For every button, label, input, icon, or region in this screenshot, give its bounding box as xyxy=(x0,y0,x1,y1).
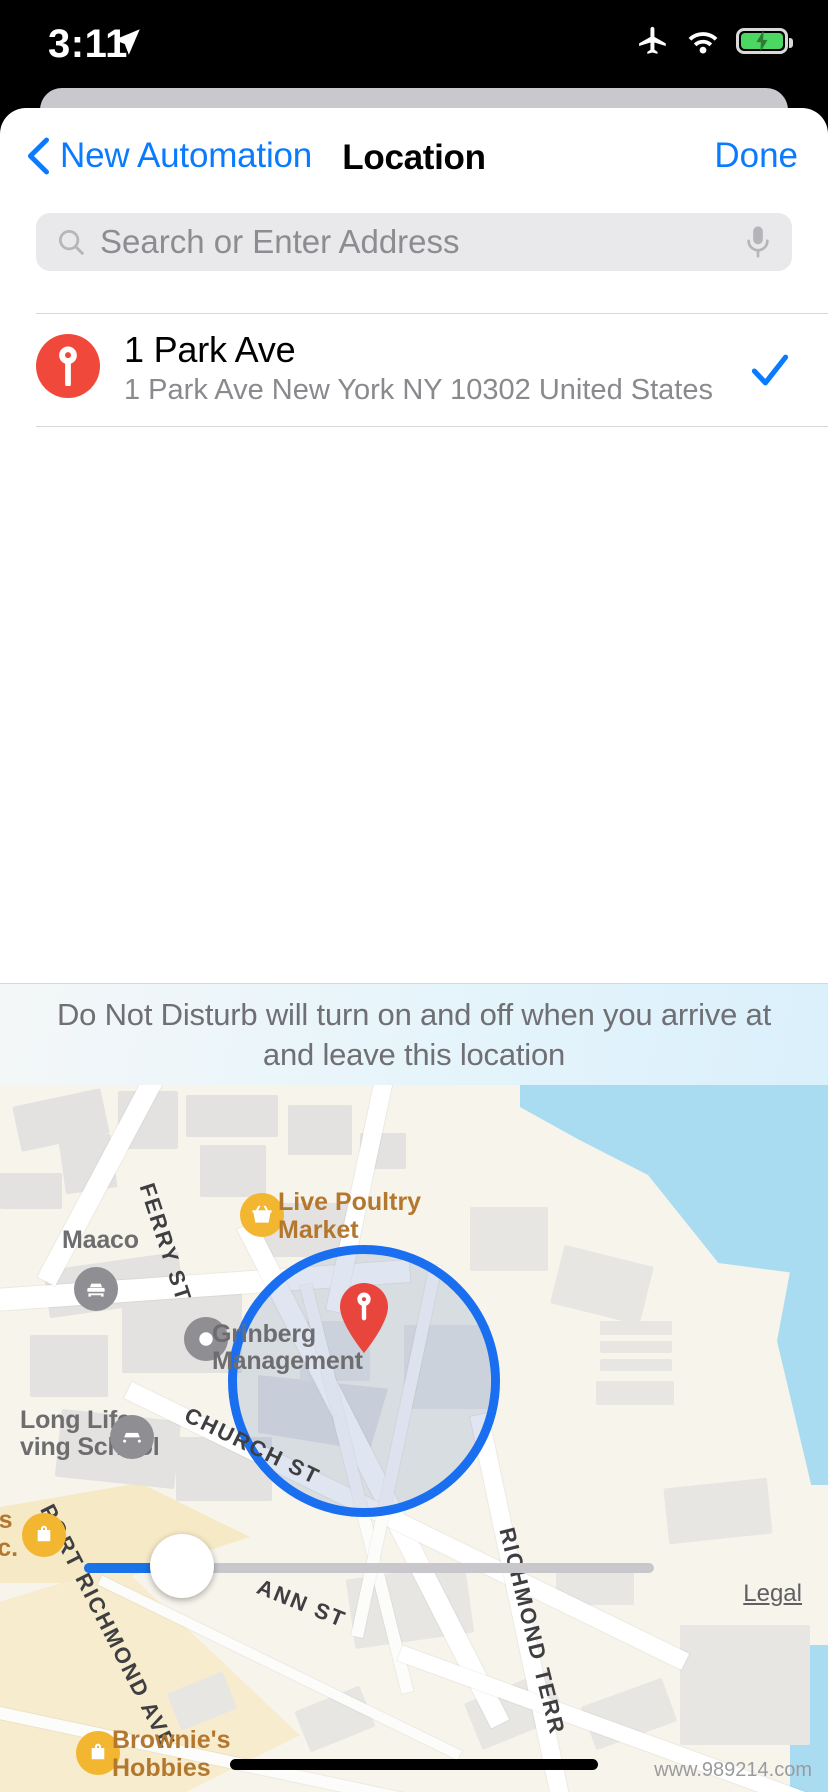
poi-label-maaco: Maaco xyxy=(62,1226,139,1254)
navigation-bar: New Automation Location Done xyxy=(0,108,828,213)
iphone-screen: 3:11 New Automation Location Done Search… xyxy=(0,0,828,1792)
building xyxy=(30,1335,108,1397)
building xyxy=(596,1381,674,1405)
street-label-ann-st: ANN ST xyxy=(253,1573,350,1633)
list-item-subtitle: 1 Park Ave New York NY 10302 United Stat… xyxy=(124,374,713,407)
wifi-icon xyxy=(688,32,718,54)
home-indicator[interactable] xyxy=(230,1759,598,1770)
airplane-mode-icon xyxy=(639,26,666,54)
page-title: Location xyxy=(342,138,486,177)
search-container xyxy=(0,213,828,271)
checkmark-icon xyxy=(751,354,789,386)
building xyxy=(680,1625,810,1745)
map-view[interactable]: Maaco FERRY ST Live Poultry Market Grinb… xyxy=(0,1085,828,1792)
car-repair-icon xyxy=(74,1267,118,1311)
automation-info-banner: Do Not Disturb will turn on and off when… xyxy=(0,983,828,1085)
list-item-texts: 1 Park Ave 1 Park Ave New York NY 10302 … xyxy=(124,329,724,408)
building xyxy=(600,1321,672,1335)
search-icon xyxy=(59,230,84,255)
water-body-right xyxy=(777,1245,828,1485)
building xyxy=(663,1477,773,1545)
list-divider-bottom xyxy=(36,425,828,427)
microphone-icon[interactable] xyxy=(744,225,772,259)
done-button[interactable]: Done xyxy=(714,136,798,176)
radius-slider-thumb[interactable] xyxy=(150,1534,214,1598)
location-sheet: New Automation Location Done Search or E… xyxy=(0,108,828,1792)
building xyxy=(470,1207,548,1271)
search-bar[interactable] xyxy=(36,213,792,271)
watermark: www.989214.com xyxy=(654,1759,812,1781)
poi-label-grinberg-management: Grinberg Management xyxy=(212,1320,363,1375)
search-results-list: 1 Park Ave 1 Park Ave New York NY 10302 … xyxy=(0,313,828,427)
building xyxy=(550,1244,654,1326)
building xyxy=(288,1105,352,1155)
poi-label-live-poultry-market: Live Poultry Market xyxy=(278,1188,422,1244)
status-bar-indicators xyxy=(636,24,793,58)
map-pin-icon xyxy=(36,334,100,398)
building xyxy=(600,1341,672,1353)
car-icon xyxy=(110,1415,154,1459)
battery-charging-icon xyxy=(736,28,793,54)
poi-label-brownies-hobbies: Brownie's Hobbies xyxy=(112,1726,231,1782)
location-arrow-icon xyxy=(114,29,140,55)
list-item[interactable]: 1 Park Ave 1 Park Ave New York NY 10302 … xyxy=(0,314,828,426)
status-bar: 3:11 xyxy=(0,0,828,92)
building xyxy=(0,1173,62,1209)
list-item-title: 1 Park Ave xyxy=(124,329,296,370)
building xyxy=(186,1095,278,1137)
building xyxy=(600,1359,672,1371)
automation-info-text: Do Not Disturb will turn on and off when… xyxy=(56,997,772,1072)
radius-slider[interactable] xyxy=(84,1534,654,1598)
search-input[interactable] xyxy=(100,223,744,261)
legal-link[interactable]: Legal xyxy=(743,1580,802,1608)
bag-icon xyxy=(22,1513,66,1557)
poi-label-crafts-inc: fts nc. xyxy=(0,1506,19,1562)
building xyxy=(200,1145,266,1197)
